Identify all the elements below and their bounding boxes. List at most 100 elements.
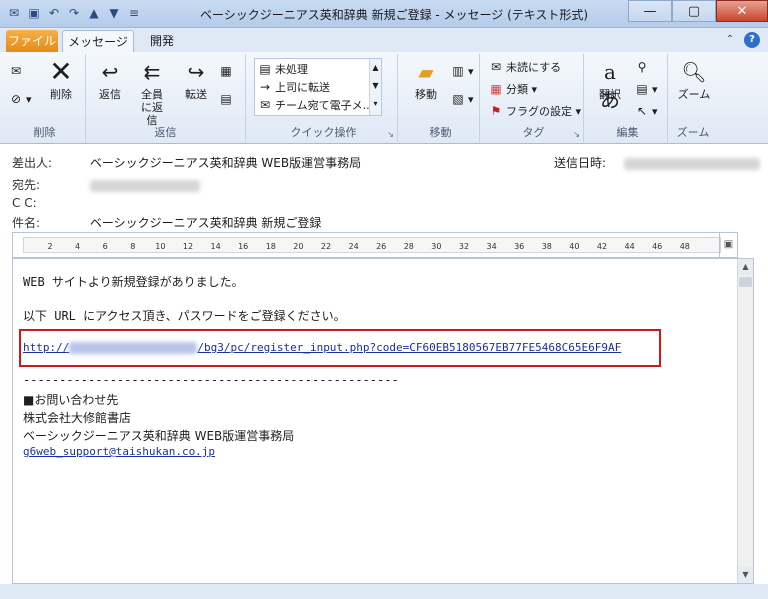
close-button[interactable]: ✕ (716, 0, 768, 22)
tab-message[interactable]: メッセージ (62, 30, 134, 52)
window-title: ベーシックジーニアス英和辞典 新規ご登録 - メッセージ (テキスト形式) (200, 8, 589, 22)
delete-group-label: 削除 (33, 126, 56, 139)
follow-up-button[interactable]: ⚑ フラグの設定 ▾ (488, 102, 581, 120)
ruler-tick: 38 (541, 242, 552, 251)
scroll-up-icon[interactable]: ▲ (738, 259, 753, 275)
ribbon: ✉ ⊘ ▾ ✕ 削除 削除 ↩ 返信 ⇇ 全員に返信 ↪ 転送 ▦ ▤ 返信 ▤ 未… (0, 52, 768, 144)
down-arrow-icon[interactable]: ▼ (106, 5, 122, 21)
categorize-icon: ▦ (490, 82, 502, 96)
meeting-button[interactable]: ▦ (218, 62, 236, 80)
ignore-button[interactable]: ✉ (8, 62, 26, 80)
tags-group: ✉ 未読にする ▦ 分類 ▾ ⚑ フラグの設定 ▾ タグ ↘ (484, 54, 584, 142)
subject-value: ベーシックジーニアス英和辞典 新規ご登録 (89, 216, 322, 230)
categorize-button[interactable]: ▦ 分類 ▾ (488, 80, 537, 98)
redo-icon[interactable]: ↷ (66, 5, 82, 21)
subject-label: 件名: (12, 216, 41, 230)
ruler-tick: 22 (320, 242, 332, 251)
junk-button[interactable]: ⊘ ▾ (8, 90, 32, 108)
body-line: 以下 URL にアクセス頂き、パスワードをご登録ください。 (23, 309, 346, 323)
collapse-ribbon-icon[interactable]: ⌃ (722, 32, 738, 48)
ruler-tick: 14 (210, 242, 221, 251)
quick-steps-group: ▤ 未処理 → 上司に転送 ✉ チーム宛て電子メ... ▲ ▼ ▾ クイック操作 ↘ (250, 54, 398, 142)
undo-icon[interactable]: ↶ (46, 5, 62, 21)
ruler-tick: 46 (652, 242, 663, 251)
move-button[interactable]: ▰ 移動 (406, 58, 446, 101)
ruler-tick: 2 (47, 242, 53, 251)
ruler-bar[interactable]: 2 4 6 8 10 12 14 16 18 20 22 24 26 28 30 32 34 36 38 40 42 44… (23, 237, 721, 253)
vertical-scrollbar[interactable]: ▲ ▼ (737, 259, 753, 583)
ruler-tick: 12 (182, 242, 194, 251)
save-icon[interactable]: ▣ (26, 5, 42, 21)
select-button[interactable]: ↖ ▾ (634, 102, 658, 120)
divider-line: ----------------------------------------… (23, 373, 399, 387)
message-header: 差出人: ベーシックジーニアス英和辞典 WEB版運営事務局 送信日時: 宛先: … (0, 144, 768, 232)
quick-steps-scroll[interactable]: ▲ ▼ ▾ (369, 59, 381, 115)
scroll-down-icon[interactable]: ▼ (738, 567, 753, 583)
ruler-toggle-icon[interactable]: ▣ (719, 233, 737, 257)
help-icon[interactable]: ? (744, 32, 760, 48)
quick-step-item[interactable]: ▤ 未処理 (257, 60, 308, 78)
cc-row: C C: (12, 196, 86, 210)
meeting-icon: ▦ (220, 64, 232, 78)
respond-group-label: 返信 (154, 126, 177, 139)
ruler-tick: 30 (431, 242, 442, 251)
scroll-thumb[interactable] (739, 277, 752, 287)
dialog-launcher-icon[interactable]: ↘ (387, 130, 394, 139)
rules-icon: ▥ (452, 64, 464, 78)
respond-group: ↩ 返信 ⇇ 全員に返信 ↪ 転送 ▦ ▤ 返信 (86, 54, 246, 142)
forward-button[interactable]: ↪ 転送 (176, 58, 216, 101)
find-button[interactable]: ⚲ (634, 58, 652, 76)
magnifier-icon: 🔍︎ (681, 60, 707, 84)
ruler-tick: 16 (238, 242, 249, 251)
delete-button[interactable]: ✕ 削除 (42, 55, 80, 102)
quick-step-item[interactable]: ✉ チーム宛て電子メ... (257, 96, 373, 114)
folder-icon: ▤ (259, 62, 271, 76)
dialog-launcher-icon[interactable]: ↘ (573, 130, 580, 139)
ruler-tick: 4 (75, 242, 81, 251)
team-mail-icon: ✉ (259, 98, 271, 112)
to-value-blurred (89, 179, 200, 192)
rules-button[interactable]: ▥ ▾ (450, 62, 473, 80)
zoom-button[interactable]: 🔍︎ ズーム (672, 58, 716, 101)
minimize-button[interactable]: — (628, 0, 672, 22)
from-label: 差出人: (12, 156, 53, 170)
delete-group: ✉ ⊘ ▾ ✕ 削除 削除 (4, 54, 86, 142)
mail-icon: ✉ (8, 6, 20, 20)
register-link[interactable]: http:///bg3/pc/register_input.php?code=C… (23, 341, 621, 354)
ruler-tick: 32 (458, 242, 470, 251)
move-folder-icon: ▰ (418, 60, 434, 84)
junk-icon: ⊘ (10, 92, 22, 106)
title-bar: ✉ ▣ ↶ ↷ ▲ ▼ ≡ ベーシックジーニアス英和辞典 新規ご登録 - メッセ… (0, 0, 768, 28)
ruler-tick: 26 (376, 242, 387, 251)
move-group: ▰ 移動 ▥ ▾ ▧ ▾ 移動 (402, 54, 480, 142)
from-value[interactable]: ベーシックジーニアス英和辞典 WEB版運営事務局 (90, 156, 361, 170)
delete-icon: ✕ (49, 55, 73, 88)
more-respond-button[interactable]: ▤ (218, 90, 236, 108)
editing-group: aあ 翻訳 ⚲ ▤ ▾ ↖ ▾ 編集 (588, 54, 668, 142)
reply-button[interactable]: ↩ 返信 (90, 58, 130, 101)
forward-icon: ↪ (187, 60, 205, 84)
maximize-button[interactable]: ▢ (672, 0, 716, 22)
tab-file[interactable]: ファイル (6, 30, 58, 52)
customize-icon[interactable]: ≡ (126, 5, 142, 21)
support-email-link[interactable]: g6web_support@taishukan.co.jp (23, 445, 215, 458)
help-area: ⌃ ? (722, 32, 760, 48)
ruler-tick: 44 (624, 242, 635, 251)
quick-steps-group-label: クイック操作 (290, 126, 357, 139)
related-button[interactable]: ▤ ▾ (634, 80, 657, 98)
ignore-icon: ✉ (10, 64, 22, 78)
quick-access-toolbar: ✉ ▣ ↶ ↷ ▲ ▼ ≡ (6, 5, 142, 21)
move-group-label: 移動 (429, 126, 452, 139)
tab-develop[interactable]: 開発 (140, 30, 184, 52)
message-body[interactable]: WEB サイトより新規登録がありました。 以下 URL にアクセス頂き、パスワー… (12, 258, 754, 584)
mark-unread-button[interactable]: ✉ 未読にする (488, 58, 561, 76)
actions-button[interactable]: ▧ ▾ (450, 90, 473, 108)
quick-step-item[interactable]: → 上司に転送 (257, 78, 330, 96)
more-icon: ▤ (220, 92, 232, 106)
reply-all-icon: ⇇ (143, 60, 161, 84)
reply-all-button[interactable]: ⇇ 全員に返信 (132, 58, 172, 127)
url-domain-blurred (69, 342, 198, 354)
translate-button[interactable]: aあ 翻訳 (590, 58, 630, 112)
up-arrow-icon[interactable]: ▲ (86, 5, 102, 21)
office-name: ベーシックジーニアス英和辞典 WEB版運営事務局 (23, 429, 295, 443)
